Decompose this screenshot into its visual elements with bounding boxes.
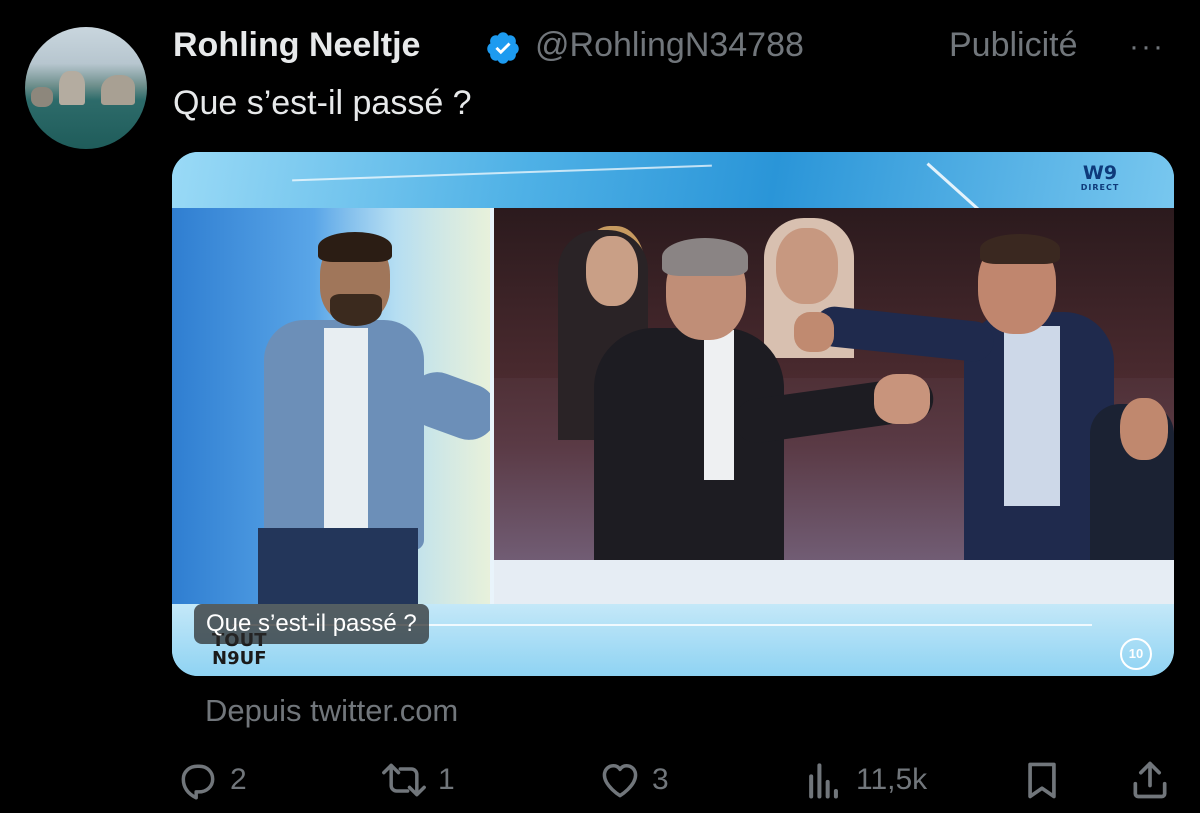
channel-number-badge: 10 bbox=[1120, 638, 1152, 670]
analytics-icon bbox=[809, 763, 838, 799]
view-count: 11,5k bbox=[856, 763, 928, 796]
guest-left-hair bbox=[662, 238, 748, 276]
bookmark-icon bbox=[1028, 762, 1056, 799]
avatar-rock bbox=[59, 71, 85, 105]
channel-logo: W9 DIRECT bbox=[1072, 164, 1128, 193]
tweet-media-video[interactable]: W9 DIRECT N9UF 10 Que s’est-il passé ? bbox=[172, 152, 1174, 676]
avatar[interactable] bbox=[25, 27, 147, 149]
like-button[interactable]: 3 bbox=[598, 750, 669, 810]
tweet-text: Que s’est-il passé ? bbox=[173, 84, 472, 122]
avatar-rock bbox=[31, 87, 53, 107]
presenter-beard bbox=[330, 294, 382, 326]
presenter-shirt bbox=[324, 328, 368, 528]
audience-member-head bbox=[1120, 398, 1168, 460]
retweet-icon bbox=[382, 763, 426, 797]
reply-button[interactable]: 2 bbox=[176, 750, 247, 810]
share-button[interactable] bbox=[1128, 750, 1172, 810]
heart-icon bbox=[602, 763, 638, 798]
views-button[interactable]: 11,5k bbox=[802, 750, 927, 810]
share-icon bbox=[1133, 761, 1167, 799]
show-logo-line: N9UF bbox=[212, 648, 267, 669]
studio-floor bbox=[494, 560, 1174, 604]
author-handle[interactable]: @RohlingN34788 bbox=[535, 26, 804, 65]
promoted-label: Publicité bbox=[949, 26, 1078, 64]
verified-badge-icon bbox=[487, 32, 519, 64]
light-streak bbox=[926, 162, 981, 212]
guest-left-shirt bbox=[704, 330, 734, 480]
reply-count: 2 bbox=[230, 763, 247, 796]
guest-hands bbox=[874, 374, 930, 424]
guest-right-shirt bbox=[1004, 326, 1060, 506]
retweet-button[interactable]: 1 bbox=[380, 750, 455, 810]
presenter-jeans bbox=[258, 528, 418, 608]
author-name[interactable]: Rohling Neeltje bbox=[173, 26, 420, 65]
channel-logo-sub: DIRECT bbox=[1080, 183, 1120, 192]
video-left-panel bbox=[172, 208, 505, 608]
bookmark-button[interactable] bbox=[1020, 750, 1064, 810]
broadcast-top-band: W9 DIRECT bbox=[172, 152, 1174, 212]
guest-right-hair bbox=[980, 234, 1060, 264]
light-streak bbox=[292, 164, 712, 182]
video-right-panel bbox=[494, 208, 1174, 604]
retweet-count: 1 bbox=[438, 763, 455, 796]
source-link[interactable]: Depuis twitter.com bbox=[205, 693, 458, 729]
guest-right-fist bbox=[794, 312, 834, 352]
media-caption: Que s’est-il passé ? bbox=[194, 604, 429, 644]
tweet-actions-bar: 2 1 3 11,5k bbox=[0, 750, 1200, 810]
more-options-icon[interactable]: ··· bbox=[1129, 32, 1165, 62]
avatar-rock bbox=[101, 75, 135, 105]
reply-icon bbox=[181, 764, 215, 800]
like-count: 3 bbox=[652, 763, 669, 796]
presenter-hair bbox=[318, 232, 392, 262]
audience-member-head bbox=[776, 228, 838, 304]
tweet-header: Rohling Neeltje @RohlingN34788 Publicité… bbox=[173, 24, 1183, 74]
channel-logo-text: W9 bbox=[1082, 162, 1118, 184]
audience-member-head bbox=[586, 236, 638, 306]
